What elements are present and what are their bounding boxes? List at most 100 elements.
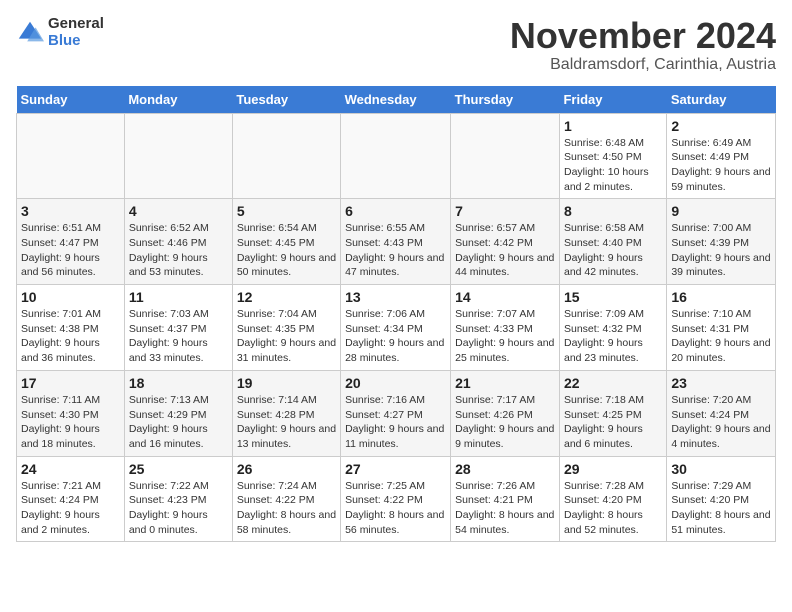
day-number: 29	[564, 461, 662, 477]
logo-blue: Blue	[48, 33, 104, 50]
calendar-cell: 18 Sunrise: 7:13 AMSunset: 4:29 PMDayligh…	[124, 370, 232, 456]
calendar-week-row: 3 Sunrise: 6:51 AMSunset: 4:47 PMDaylight…	[17, 199, 776, 285]
day-info: Sunrise: 7:21 AMSunset: 4:24 PMDaylight:…	[21, 479, 120, 538]
calendar-cell: 29 Sunrise: 7:28 AMSunset: 4:20 PMDayligh…	[559, 456, 666, 542]
day-info: Sunrise: 7:24 AMSunset: 4:22 PMDaylight:…	[237, 479, 336, 538]
logo-general: General	[48, 16, 104, 33]
day-info: Sunrise: 7:14 AMSunset: 4:28 PMDaylight:…	[237, 393, 336, 452]
calendar-cell	[341, 113, 451, 199]
day-info: Sunrise: 7:25 AMSunset: 4:22 PMDaylight:…	[345, 479, 446, 538]
day-number: 9	[671, 203, 771, 219]
day-number: 10	[21, 289, 120, 305]
day-info: Sunrise: 6:52 AMSunset: 4:46 PMDaylight:…	[129, 221, 228, 280]
day-info: Sunrise: 7:29 AMSunset: 4:20 PMDaylight:…	[671, 479, 771, 538]
day-number: 21	[455, 375, 555, 391]
calendar-cell: 3 Sunrise: 6:51 AMSunset: 4:47 PMDaylight…	[17, 199, 125, 285]
day-info: Sunrise: 7:18 AMSunset: 4:25 PMDaylight:…	[564, 393, 662, 452]
day-number: 24	[21, 461, 120, 477]
calendar-cell	[124, 113, 232, 199]
calendar-cell: 30 Sunrise: 7:29 AMSunset: 4:20 PMDayligh…	[667, 456, 776, 542]
day-info: Sunrise: 6:58 AMSunset: 4:40 PMDaylight:…	[564, 221, 662, 280]
calendar-cell: 7 Sunrise: 6:57 AMSunset: 4:42 PMDaylight…	[451, 199, 560, 285]
calendar-cell	[232, 113, 340, 199]
day-number: 14	[455, 289, 555, 305]
day-info: Sunrise: 7:09 AMSunset: 4:32 PMDaylight:…	[564, 307, 662, 366]
day-number: 12	[237, 289, 336, 305]
day-number: 17	[21, 375, 120, 391]
day-header-friday: Friday	[559, 86, 666, 114]
day-header-saturday: Saturday	[667, 86, 776, 114]
day-header-sunday: Sunday	[17, 86, 125, 114]
day-info: Sunrise: 7:03 AMSunset: 4:37 PMDaylight:…	[129, 307, 228, 366]
day-number: 13	[345, 289, 446, 305]
day-number: 18	[129, 375, 228, 391]
calendar-cell: 25 Sunrise: 7:22 AMSunset: 4:23 PMDayligh…	[124, 456, 232, 542]
logo: General Blue	[16, 16, 104, 49]
day-header-monday: Monday	[124, 86, 232, 114]
day-number: 30	[671, 461, 771, 477]
calendar-cell: 21 Sunrise: 7:17 AMSunset: 4:26 PMDayligh…	[451, 370, 560, 456]
calendar-cell: 22 Sunrise: 7:18 AMSunset: 4:25 PMDayligh…	[559, 370, 666, 456]
day-number: 20	[345, 375, 446, 391]
calendar-cell: 1 Sunrise: 6:48 AMSunset: 4:50 PMDaylight…	[559, 113, 666, 199]
title-section: November 2024 Baldramsdorf, Carinthia, A…	[510, 16, 776, 74]
calendar-cell: 12 Sunrise: 7:04 AMSunset: 4:35 PMDayligh…	[232, 285, 340, 371]
calendar-cell: 11 Sunrise: 7:03 AMSunset: 4:37 PMDayligh…	[124, 285, 232, 371]
calendar-cell: 4 Sunrise: 6:52 AMSunset: 4:46 PMDaylight…	[124, 199, 232, 285]
day-number: 6	[345, 203, 446, 219]
calendar-cell	[451, 113, 560, 199]
day-info: Sunrise: 6:51 AMSunset: 4:47 PMDaylight:…	[21, 221, 120, 280]
calendar-cell: 28Sunrise: 7:26 AMSunset: 4:21 PMDayligh…	[451, 456, 560, 542]
day-info: Sunrise: 7:13 AMSunset: 4:29 PMDaylight:…	[129, 393, 228, 452]
day-header-tuesday: Tuesday	[232, 86, 340, 114]
logo-icon	[16, 19, 44, 47]
month-title: November 2024	[510, 16, 776, 56]
day-info: Sunrise: 7:00 AMSunset: 4:39 PMDaylight:…	[671, 221, 771, 280]
day-info: Sunrise: 7:22 AMSunset: 4:23 PMDaylight:…	[129, 479, 228, 538]
day-number: 4	[129, 203, 228, 219]
day-info: Sunrise: 6:49 AMSunset: 4:49 PMDaylight:…	[671, 136, 771, 195]
calendar-cell: 27Sunrise: 7:25 AMSunset: 4:22 PMDayligh…	[341, 456, 451, 542]
day-info: Sunrise: 7:26 AMSunset: 4:21 PMDaylight:…	[455, 479, 555, 538]
calendar-cell: 15Sunrise: 7:09 AMSunset: 4:32 PMDayligh…	[559, 285, 666, 371]
day-info: Sunrise: 7:28 AMSunset: 4:20 PMDaylight:…	[564, 479, 662, 538]
calendar-cell: 5Sunrise: 6:54 AMSunset: 4:45 PMDaylight…	[232, 199, 340, 285]
calendar-cell: 9 Sunrise: 7:00 AMSunset: 4:39 PMDaylight…	[667, 199, 776, 285]
day-number: 11	[129, 289, 228, 305]
calendar-week-row: 17Sunrise: 7:11 AMSunset: 4:30 PMDayligh…	[17, 370, 776, 456]
day-header-thursday: Thursday	[451, 86, 560, 114]
calendar-cell: 20 Sunrise: 7:16 AMSunset: 4:27 PMDayligh…	[341, 370, 451, 456]
day-info: Sunrise: 7:07 AMSunset: 4:33 PMDaylight:…	[455, 307, 555, 366]
page-header: General Blue November 2024 Baldramsdorf,…	[16, 16, 776, 74]
day-number: 1	[564, 118, 662, 134]
calendar-cell: 26 Sunrise: 7:24 AMSunset: 4:22 PMDayligh…	[232, 456, 340, 542]
day-number: 22	[564, 375, 662, 391]
calendar-cell: 8 Sunrise: 6:58 AMSunset: 4:40 PMDaylight…	[559, 199, 666, 285]
calendar-cell: 2 Sunrise: 6:49 AMSunset: 4:49 PMDaylight…	[667, 113, 776, 199]
day-number: 26	[237, 461, 336, 477]
day-info: Sunrise: 7:16 AMSunset: 4:27 PMDaylight:…	[345, 393, 446, 452]
day-info: Sunrise: 7:04 AMSunset: 4:35 PMDaylight:…	[237, 307, 336, 366]
day-number: 2	[671, 118, 771, 134]
day-info: Sunrise: 7:10 AMSunset: 4:31 PMDaylight:…	[671, 307, 771, 366]
calendar-cell: 24 Sunrise: 7:21 AMSunset: 4:24 PMDayligh…	[17, 456, 125, 542]
day-info: Sunrise: 6:57 AMSunset: 4:42 PMDaylight:…	[455, 221, 555, 280]
day-number: 25	[129, 461, 228, 477]
calendar-header-row: SundayMondayTuesdayWednesdayThursdayFrid…	[17, 86, 776, 114]
day-number: 8	[564, 203, 662, 219]
location-title: Baldramsdorf, Carinthia, Austria	[510, 56, 776, 74]
calendar-week-row: 24 Sunrise: 7:21 AMSunset: 4:24 PMDayligh…	[17, 456, 776, 542]
calendar-cell: 6Sunrise: 6:55 AMSunset: 4:43 PMDaylight…	[341, 199, 451, 285]
calendar-cell: 17Sunrise: 7:11 AMSunset: 4:30 PMDayligh…	[17, 370, 125, 456]
day-info: Sunrise: 7:17 AMSunset: 4:26 PMDaylight:…	[455, 393, 555, 452]
calendar-cell	[17, 113, 125, 199]
day-header-wednesday: Wednesday	[341, 86, 451, 114]
day-number: 5	[237, 203, 336, 219]
calendar-cell: 13Sunrise: 7:06 AMSunset: 4:34 PMDayligh…	[341, 285, 451, 371]
day-number: 23	[671, 375, 771, 391]
day-number: 3	[21, 203, 120, 219]
day-info: Sunrise: 6:48 AMSunset: 4:50 PMDaylight:…	[564, 136, 662, 195]
day-number: 7	[455, 203, 555, 219]
day-info: Sunrise: 7:20 AMSunset: 4:24 PMDaylight:…	[671, 393, 771, 452]
calendar-cell: 10Sunrise: 7:01 AMSunset: 4:38 PMDayligh…	[17, 285, 125, 371]
